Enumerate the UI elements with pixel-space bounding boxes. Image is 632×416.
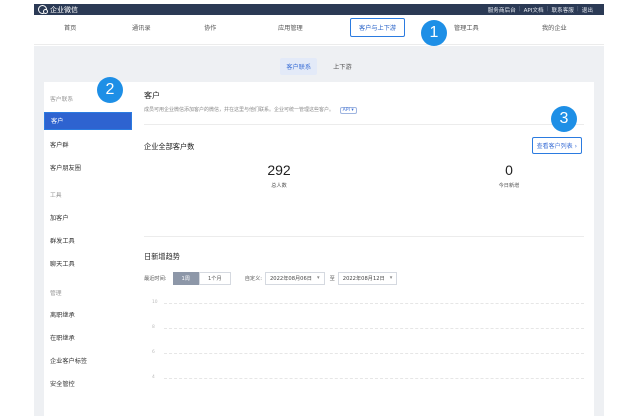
- description-text: 成员可用企业微信添加客户的微信，并在这里与他们联系。企业可统一管理这些客户。: [144, 107, 335, 113]
- page-title: 客户: [144, 91, 160, 100]
- stat-today: 0 今日新增: [459, 162, 559, 189]
- sidebar-item-moments[interactable]: 客户朋友圈: [50, 163, 81, 172]
- top-links: 服务商后台 | API文档 | 联系客服 | 退出: [485, 6, 596, 14]
- sidebar-group-management: 管理: [50, 291, 62, 297]
- sidebar-item-resigned-transfer[interactable]: 离职继承: [50, 310, 75, 319]
- view-customer-list-button[interactable]: 查看客户列表 ›: [531, 137, 582, 154]
- sub-tabs: 客户联系 上下游: [34, 52, 604, 80]
- content-area: 客户联系 上下游 客户联系 客户 客户群 客户朋友圈 工具 加客户 群发工具 聊…: [34, 46, 604, 416]
- sidebar-item-add-customer[interactable]: 加客户: [50, 213, 69, 222]
- step-badge-3: 3: [551, 106, 577, 132]
- end-date-select[interactable]: 2022年08月12日 ▾: [337, 272, 398, 285]
- recent-time-label: 最近时间:: [144, 276, 167, 282]
- stat-today-value: 0: [505, 162, 513, 178]
- nav-management-tools[interactable]: 管理工具: [454, 23, 479, 32]
- step-badge-2: 2: [97, 77, 123, 103]
- sidebar-item-customer-tags[interactable]: 企业客户标签: [50, 356, 87, 365]
- nav-app-management[interactable]: 应用管理: [278, 23, 303, 32]
- sidebar-item-mass-send[interactable]: 群发工具: [50, 236, 75, 245]
- top-bar: 企业微信 服务商后台 | API文档 | 联系客服 | 退出: [34, 4, 604, 15]
- y-tick-label: 6: [152, 350, 155, 355]
- y-tick-label: 8: [152, 325, 155, 330]
- sidebar-group-tools: 工具: [50, 193, 62, 199]
- tab-customer-contact[interactable]: 客户联系: [280, 57, 318, 75]
- section-title-all-customers: 企业全部客户数: [144, 142, 195, 151]
- y-tick-label: 10: [152, 300, 158, 305]
- stat-today-label: 今日新增: [498, 183, 520, 189]
- trend-filter: 最近时间: 1周 1个月 自定义: 2022年08月06日 ▾ 至 2022年08…: [144, 272, 398, 285]
- app-logo[interactable]: 企业微信: [38, 5, 78, 15]
- page-description: 成员可用企业微信添加客户的微信，并在这里与他们联系。企业可统一管理这些客户。 A…: [144, 106, 357, 114]
- app-name: 企业微信: [50, 5, 78, 14]
- start-date-value: 2022年08月06日: [270, 276, 312, 282]
- divider: [144, 236, 584, 237]
- section-title-daily-trend: 日新增趋势: [144, 252, 180, 261]
- nav-home[interactable]: 首页: [64, 23, 76, 32]
- stat-total-value: 292: [267, 162, 291, 178]
- to-label: 至: [329, 276, 335, 282]
- chevron-down-icon: ▾: [316, 275, 320, 281]
- range-toggle: 1周 1个月: [172, 272, 231, 285]
- sidebar-item-active-transfer[interactable]: 在职继承: [50, 333, 75, 342]
- step-badge-1: 1: [421, 20, 447, 46]
- stat-total-label: 总人数: [271, 183, 287, 189]
- sidebar-item-security[interactable]: 安全管控: [50, 379, 75, 388]
- sidebar-item-customers[interactable]: 客户: [44, 112, 132, 130]
- sidebar-group-customer-contact: 客户联系: [50, 97, 74, 103]
- sidebar: 客户联系 客户 客户群 客户朋友圈 工具 加客户 群发工具 聊天工具 管理 离职…: [44, 82, 134, 416]
- main-panel: 客户 成员可用企业微信添加客户的微信，并在这里与他们联系。企业可统一管理这些客户…: [134, 82, 594, 416]
- link-service-provider[interactable]: 服务商后台: [485, 6, 519, 14]
- api-tag-label: API: [342, 108, 350, 113]
- nav-customers-upstream-downstream[interactable]: 客户与上下游: [350, 18, 406, 37]
- link-api-docs[interactable]: API文档: [521, 6, 547, 14]
- link-logout[interactable]: 退出: [579, 6, 596, 14]
- grid-line: [164, 378, 584, 379]
- chevron-down-icon: ▾: [389, 275, 393, 281]
- custom-label: 自定义:: [244, 276, 262, 282]
- range-1-week[interactable]: 1周: [172, 272, 199, 285]
- sidebar-item-customer-groups[interactable]: 客户群: [50, 140, 69, 149]
- main-nav: 首页 通讯录 协作 应用管理 客户与上下游 管理工具 我的企业: [34, 15, 604, 45]
- view-customer-list-label: 查看客户列表: [536, 143, 573, 150]
- end-date-value: 2022年08月12日: [342, 276, 385, 282]
- start-date-select[interactable]: 2022年08月06日 ▾: [265, 272, 325, 285]
- grid-line: [164, 303, 584, 304]
- divider: [144, 124, 584, 125]
- nav-my-company[interactable]: 我的企业: [542, 23, 567, 32]
- nav-contacts[interactable]: 通讯录: [132, 23, 151, 32]
- wecom-logo-icon: [38, 5, 48, 14]
- api-tag[interactable]: API ▾: [339, 107, 357, 114]
- y-tick-label: 4: [152, 375, 155, 380]
- grid-line: [164, 328, 584, 329]
- nav-collaboration[interactable]: 协作: [204, 23, 216, 32]
- grid-line: [164, 353, 584, 354]
- sidebar-item-chat-tools[interactable]: 聊天工具: [50, 259, 75, 268]
- link-contact-support[interactable]: 联系客服: [549, 6, 577, 14]
- range-1-month[interactable]: 1个月: [199, 272, 231, 285]
- tab-upstream-downstream[interactable]: 上下游: [327, 58, 358, 75]
- stat-total: 292 总人数: [229, 162, 329, 189]
